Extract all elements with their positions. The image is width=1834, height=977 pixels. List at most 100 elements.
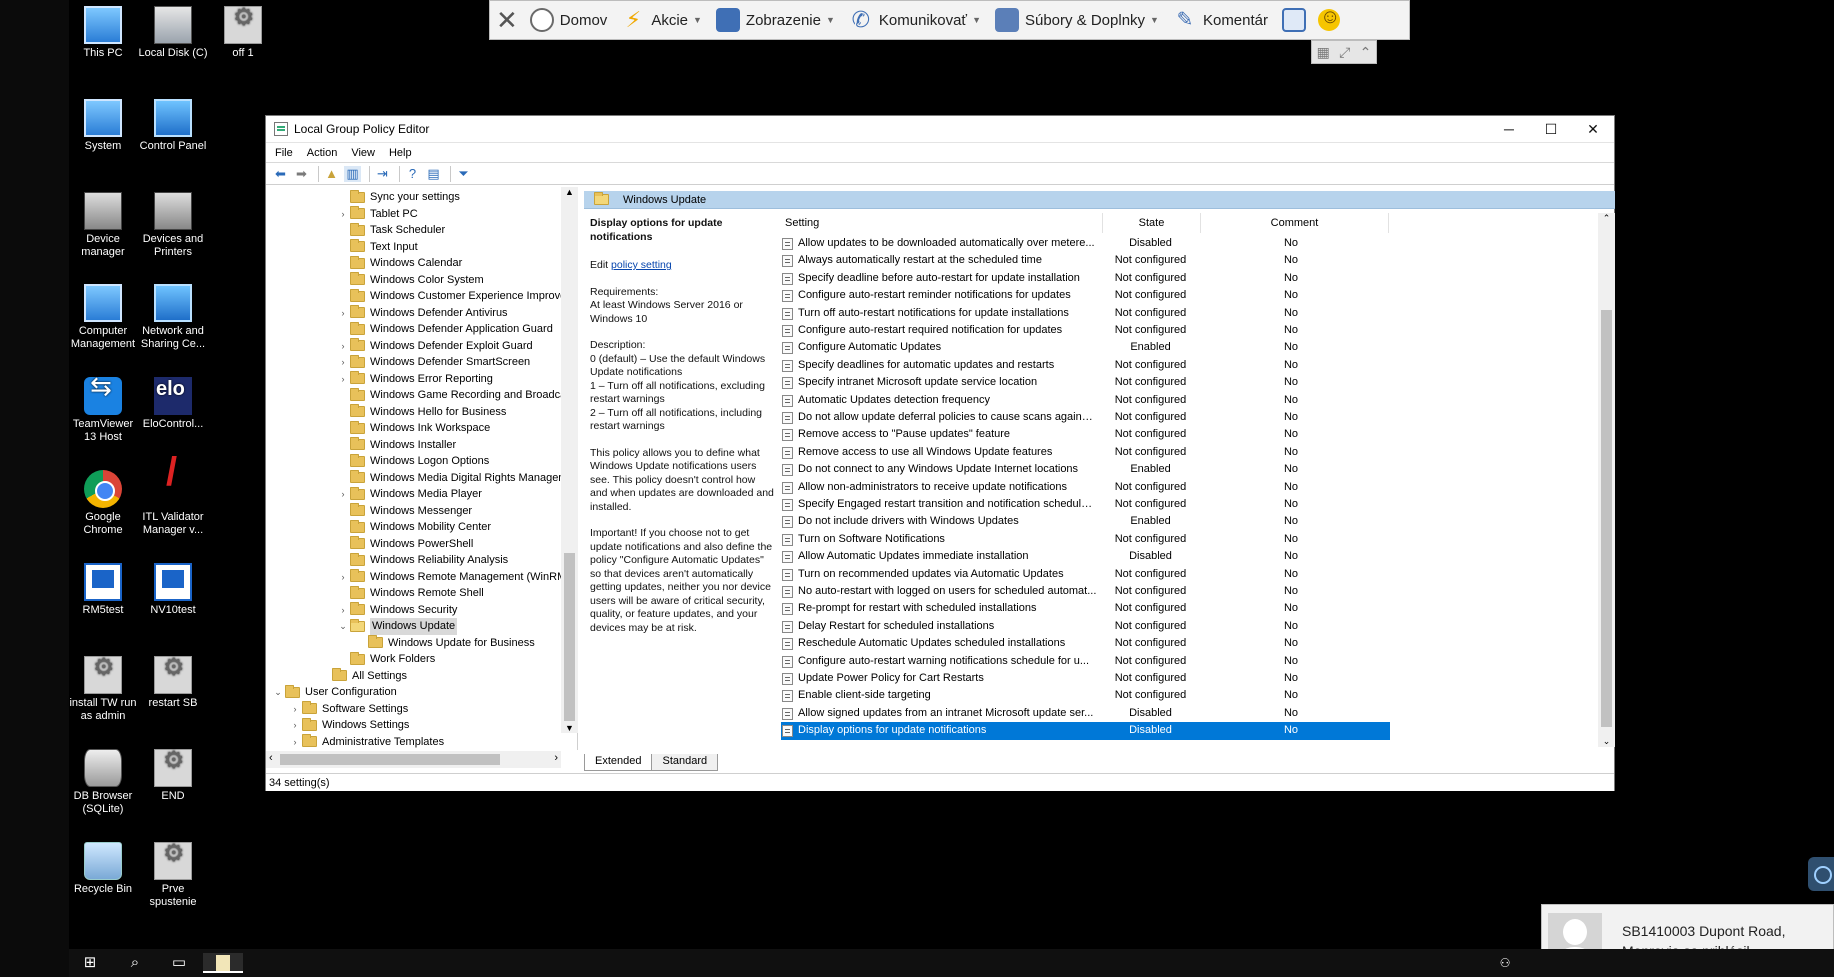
expand-chevron-icon[interactable]: › <box>336 206 350 223</box>
scroll-up-icon[interactable]: ⌃ <box>1598 213 1615 224</box>
scroll-left-icon[interactable]: ‹ <box>269 752 273 764</box>
tree-item[interactable]: Work Folders <box>336 651 435 668</box>
column-setting[interactable]: Setting <box>781 213 1103 233</box>
table-row[interactable]: Specify deadlines for automatic updates … <box>781 357 1390 374</box>
group-policy-taskbar-icon[interactable] <box>203 953 243 973</box>
tab-standard[interactable]: Standard <box>651 754 719 771</box>
menu-action[interactable]: Action <box>307 147 338 159</box>
tree-item[interactable]: Windows Remote Shell <box>336 585 484 602</box>
table-row[interactable]: Specify Engaged restart transition and n… <box>781 496 1390 513</box>
files-menu[interactable]: Súbory & Doplnky ▼ <box>994 8 1159 32</box>
desktop-icon-install-tw[interactable]: install TW run as admin <box>68 656 138 723</box>
desktop-icon-end[interactable]: END <box>138 749 208 803</box>
expand-chevron-icon[interactable]: › <box>336 486 350 503</box>
tree-item[interactable]: Windows Color System <box>336 272 484 289</box>
desktop-icon-local-disk[interactable]: Local Disk (C) <box>138 6 208 60</box>
desktop-icon-system[interactable]: System <box>68 99 138 153</box>
table-row[interactable]: Configure auto-restart warning notificat… <box>781 653 1390 670</box>
filter-icon[interactable]: ⏷ <box>455 166 472 182</box>
scroll-down-icon[interactable]: ⌄ <box>1598 736 1615 747</box>
desktop-icon-restart-sb[interactable]: restart SB <box>138 656 208 710</box>
desktop-icon-elocontrol[interactable]: EloControl... <box>138 377 208 431</box>
tree-item[interactable]: › Software Settings <box>288 701 408 718</box>
expand-chevron-icon[interactable]: › <box>336 371 350 388</box>
tree-hscroll-thumb[interactable] <box>280 754 500 765</box>
desktop-icon-devices-and-printers[interactable]: Devices and Printers <box>138 192 208 259</box>
expand-chevron-icon[interactable]: › <box>336 602 350 619</box>
close-icon[interactable]: ✕ <box>496 5 518 36</box>
table-row[interactable]: Update Power Policy for Cart Restarts Not… <box>781 670 1390 687</box>
scroll-right-icon[interactable]: › <box>554 752 558 764</box>
desktop-icon-control-panel[interactable]: Control Panel <box>138 99 208 153</box>
people-icon[interactable]: ⚇ <box>1495 953 1515 973</box>
tree-item[interactable]: › Administrative Templates <box>288 734 444 751</box>
desktop-icon-recycle-bin[interactable]: Recycle Bin <box>68 842 138 896</box>
tree-horizontal-scrollbar[interactable]: ‹ › <box>266 751 561 768</box>
task-view-icon[interactable]: ▭ <box>169 953 189 973</box>
maximize-button[interactable]: ☐ <box>1530 116 1572 143</box>
up-folder-icon[interactable]: ▲ <box>323 166 340 182</box>
tree-item[interactable]: Task Scheduler <box>336 222 445 239</box>
table-row[interactable]: Specify deadline before auto-restart for… <box>781 270 1390 287</box>
properties-icon[interactable]: ▤ <box>425 166 442 182</box>
desktop-icon-itl-validator[interactable]: ITL Validator Manager v... <box>138 466 208 537</box>
table-row[interactable]: Do not include drivers with Windows Upda… <box>781 513 1390 530</box>
fullscreen-icon[interactable]: ⤢ <box>1339 44 1350 61</box>
export-list-icon[interactable]: ⇥ <box>374 166 391 182</box>
tree-item[interactable]: All Settings <box>318 668 407 685</box>
windows-start-icon[interactable]: ⊞ <box>80 953 100 973</box>
menu-view[interactable]: View <box>351 147 375 159</box>
desktop-icon-network-sharing[interactable]: Network and Sharing Ce... <box>138 284 208 351</box>
table-row[interactable]: Turn on recommended updates via Automati… <box>781 566 1390 583</box>
communicate-menu[interactable]: ✆ Komunikovať ▼ <box>849 8 981 32</box>
list-vertical-scrollbar[interactable]: ⌃ ⌄ <box>1598 213 1615 747</box>
tree-item[interactable]: ⌄ User Configuration <box>271 684 397 701</box>
table-row[interactable]: Display options for update notifications… <box>781 722 1390 740</box>
tree-item[interactable]: Windows Hello for Business <box>336 404 506 421</box>
tab-extended[interactable]: Extended <box>584 754 653 771</box>
tree-item[interactable]: ⌄ Windows Update <box>336 618 458 635</box>
tree-item[interactable]: Windows Mobility Center <box>336 519 491 536</box>
screen-icon[interactable] <box>1282 8 1307 32</box>
desktop-icon-computer-management[interactable]: Computer Management <box>68 284 138 351</box>
desktop-icon-prve-spustenie[interactable]: Prve spustenie <box>138 842 208 909</box>
remote-side-tab[interactable] <box>1808 857 1834 891</box>
tree-item[interactable]: Windows Media Digital Rights Manageme <box>336 470 574 487</box>
table-row[interactable]: Allow Automatic Updates immediate instal… <box>781 548 1390 565</box>
tree-item[interactable]: Sync your settings <box>336 189 460 206</box>
table-row[interactable]: Configure Automatic Updates Enabled No <box>781 339 1390 356</box>
tree-item[interactable]: › Windows Settings <box>288 717 409 734</box>
table-row[interactable]: Specify intranet Microsoft update servic… <box>781 374 1390 391</box>
smiley-icon[interactable] <box>1318 6 1340 31</box>
table-row[interactable]: Do not allow update deferral policies to… <box>781 409 1390 426</box>
help-icon[interactable]: ? <box>404 166 421 182</box>
expand-chevron-icon[interactable]: › <box>336 338 350 355</box>
tree-item[interactable]: Windows Messenger <box>336 503 472 520</box>
desktop-icon-teamviewer[interactable]: TeamViewer 13 Host <box>68 377 138 444</box>
scroll-down-icon[interactable]: ▼ <box>561 723 578 733</box>
table-row[interactable]: Remove access to "Pause updates" feature… <box>781 426 1390 443</box>
menu-help[interactable]: Help <box>389 147 412 159</box>
actions-menu[interactable]: ⚡ Akcie ▼ <box>621 8 702 32</box>
tree-item[interactable]: › Windows Defender Antivirus <box>336 305 508 322</box>
grid-icon[interactable]: ▦ <box>1317 44 1330 61</box>
table-row[interactable]: Configure auto-restart reminder notifica… <box>781 287 1390 304</box>
table-row[interactable]: Turn on Software Notifications Not config… <box>781 531 1390 548</box>
desktop-icon-nv10test[interactable]: NV10test <box>138 563 208 617</box>
tree-scroll-thumb[interactable] <box>564 553 575 721</box>
expand-chevron-icon[interactable]: ⌄ <box>336 618 350 635</box>
column-state[interactable]: State <box>1103 213 1201 233</box>
tree-item[interactable]: Windows Reliability Analysis <box>336 552 508 569</box>
table-row[interactable]: Re-prompt for restart with scheduled ins… <box>781 600 1390 617</box>
expand-chevron-icon[interactable]: › <box>288 717 302 734</box>
column-comment[interactable]: Comment <box>1201 213 1389 233</box>
comment-button[interactable]: ✎ Komentár <box>1173 8 1268 32</box>
expand-chevron-icon[interactable]: › <box>336 305 350 322</box>
tree-item[interactable]: › Windows Media Player <box>336 486 482 503</box>
desktop-icon-device-manager[interactable]: Device manager <box>68 192 138 259</box>
desktop-icon-this-pc[interactable]: This PC <box>68 6 138 60</box>
table-row[interactable]: Enable client-side targeting Not configur… <box>781 687 1390 704</box>
close-button[interactable]: ✕ <box>1572 116 1614 143</box>
tree-item[interactable]: › Windows Remote Management (WinRM) <box>336 569 570 586</box>
back-arrow-icon[interactable]: ⬅ <box>272 166 289 182</box>
